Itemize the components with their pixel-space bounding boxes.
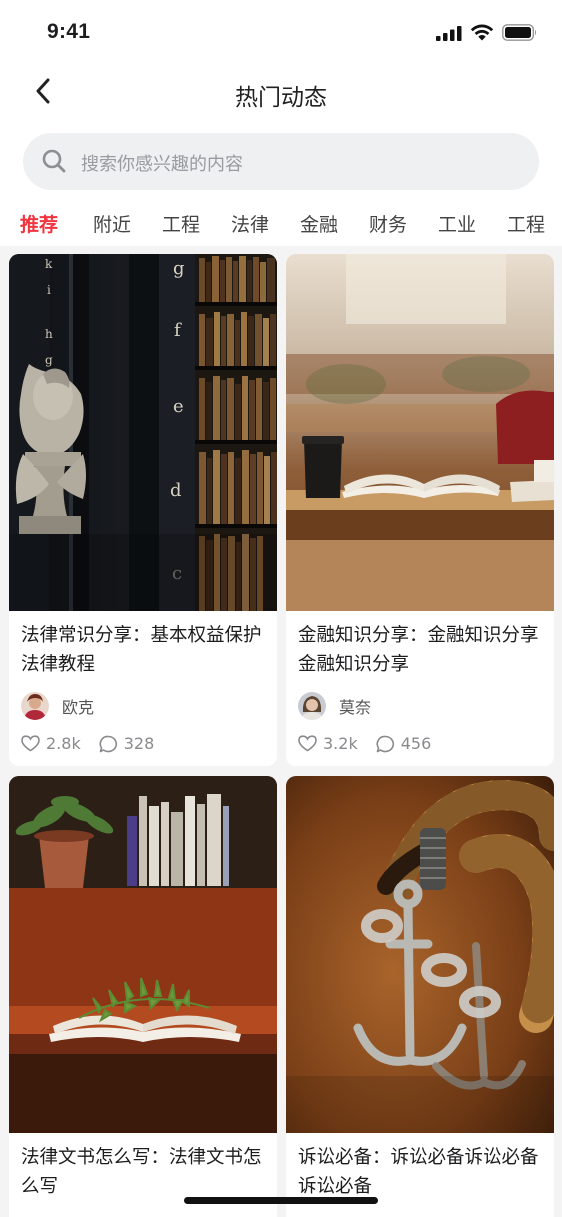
tab-recommend[interactable]: 推荐 [20,210,58,237]
card-stats: 2.8k 328 [21,734,172,753]
card-title: 金融知识分享：金融知识分享金融知识分享 [298,625,539,675]
tab-law[interactable]: 法律 [231,210,269,237]
card-author[interactable]: 莫奈 [298,691,371,721]
card-title: 法律文书怎么写：法律文书怎么写 [21,1147,262,1197]
card-image-anchor [286,776,554,1133]
battery-icon [502,24,538,45]
card-stats: 3.2k 456 [298,734,449,753]
feed-card[interactable]: 法律文书怎么写：法律文书怎么写 [9,776,277,1217]
author-name: 欧克 [62,698,95,717]
wifi-icon [470,24,494,45]
tab-industry[interactable]: 工业 [438,210,476,237]
tab-nearby[interactable]: 附近 [93,210,131,237]
tab-accounting[interactable]: 财务 [369,210,407,237]
avatar [21,692,49,720]
like-count: 2.8k [46,734,81,753]
search-icon [41,148,67,178]
home-indicator[interactable] [184,1197,378,1204]
comment-count: 456 [400,734,432,753]
comment-icon[interactable] [376,735,395,753]
status-icons [436,24,538,45]
feed-card[interactable]: 诉讼必备：诉讼必备诉讼必备诉讼必备 [286,776,554,1217]
search-section: 搜索你感兴趣的内容 [0,120,562,202]
svg-text:h: h [45,327,53,341]
search-placeholder: 搜索你感兴趣的内容 [81,154,243,175]
tab-finance[interactable]: 金融 [300,210,338,237]
feed-card[interactable]: 金融知识分享：金融知识分享金融知识分享 莫奈 3.2k 456 [286,254,554,766]
card-image-library: gfedc kihg [9,254,277,611]
status-time: 9:41 [47,20,91,43]
avatar [298,692,326,720]
tab-engineering[interactable]: 工程 [162,210,200,237]
svg-text:e: e [173,396,184,417]
heart-icon[interactable] [298,735,317,752]
comment-count: 328 [123,734,155,753]
heart-icon[interactable] [21,735,40,752]
card-image-open-book [286,254,554,611]
svg-text:d: d [170,480,182,501]
status-bar: 9:41 [0,0,562,66]
search-input[interactable]: 搜索你感兴趣的内容 [23,133,539,190]
feed-card[interactable]: gfedc kihg 法律常识分享：基本权益保护法律教程 欧克 2.8k 328 [9,254,277,766]
nav-bar: 热门动态 [0,66,562,120]
svg-text:k: k [45,257,53,271]
svg-text:g: g [173,258,185,279]
tab-engineering-2[interactable]: 工程 [507,210,545,237]
cellular-signal-icon [436,25,462,45]
feed-grid: gfedc kihg 法律常识分享：基本权益保护法律教程 欧克 2.8k 328… [0,246,562,1217]
svg-text:i: i [47,283,51,297]
card-title: 法律常识分享：基本权益保护法律教程 [21,625,262,675]
card-image-book-fern [9,776,277,1133]
card-title: 诉讼必备：诉讼必备诉讼必备诉讼必备 [298,1147,539,1197]
author-name: 莫奈 [339,698,372,717]
card-author[interactable]: 欧克 [21,691,94,721]
comment-icon[interactable] [99,735,118,753]
page-title: 热门动态 [235,85,327,111]
like-count: 3.2k [323,734,358,753]
svg-text:g: g [45,353,53,367]
category-tabs: 推荐 附近 工程 法律 金融 财务 工业 工程 [0,202,562,246]
